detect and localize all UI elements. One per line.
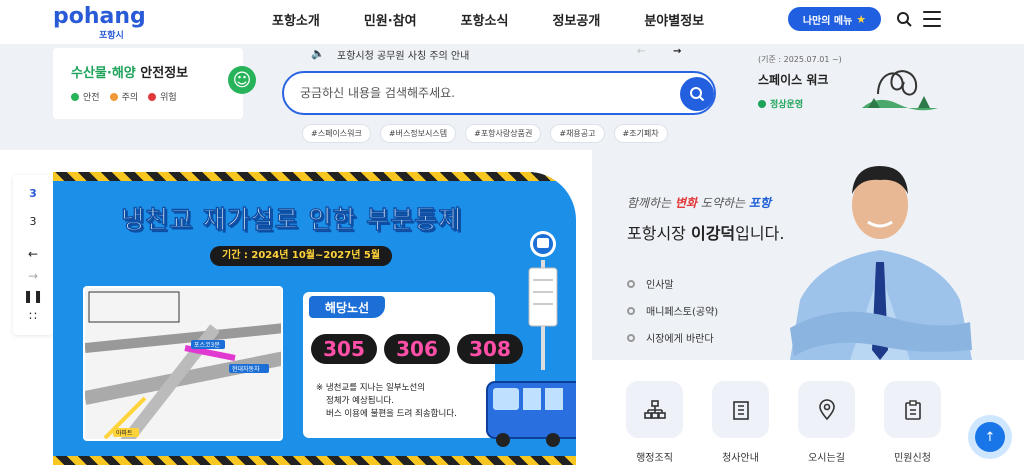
scroll-top-button[interactable]: ↑ [968,415,1012,459]
nav-item-civil[interactable]: 민원·참여 [364,10,417,29]
mayor-link-request[interactable]: 시장에게 바란다 [627,330,718,345]
quick-link-label: 행정조직 [636,453,673,464]
space-walk-illustration [862,70,938,111]
search-tag[interactable]: #조기폐차 [613,124,668,143]
mayor-link-greeting[interactable]: 인사말 [627,276,718,291]
notice-next-arrow-icon[interactable]: → [673,46,681,57]
quick-link-label: 청사안내 [722,453,759,464]
clipboard-icon [884,381,941,438]
route-badge: 305 [311,334,377,364]
bus-icon [486,381,576,447]
route-badge: 306 [384,334,450,364]
notice-text[interactable]: 포항시청 공무원 사칭 주의 안내 [337,47,469,62]
star-icon: ★ [856,12,867,26]
route-list: 305 306 308 [311,334,523,364]
quick-link-building[interactable]: 청사안내 [712,381,769,464]
notice-prev-arrow-icon[interactable]: ← [637,46,645,57]
map-pin-icon [798,381,855,438]
marine-safety-card[interactable]: 수산물·해양 안전정보 안전 주의 위험 ☺ [53,48,256,119]
my-menu-button[interactable]: 나만의 메뉴 ★ [788,7,881,31]
map-label: 아파트 [116,429,133,437]
hazard-stripe-bottom [53,456,576,465]
nav-item-news[interactable]: 포항소식 [461,10,509,29]
safety-legend: 안전 주의 위험 [71,90,177,103]
banner-title: 냉천교 재가설로 인한 부분통제 [121,205,463,235]
banner-pager: 3 3 ← → ❚❚ ∷ [13,175,53,335]
mayor-name: 포항시장 이강덕입니다. [627,224,785,243]
bus-stop-icon [528,231,558,370]
legend-danger: 위험 [148,90,177,103]
quick-links: 행정조직 청사안내 오시는길 민원신청 [626,381,941,464]
org-chart-icon [626,381,683,438]
legend-caution: 주의 [109,90,138,103]
search-tags: #스페이스워크 #버스정보시스템 #포항사랑상품권 #채용공고 #조기폐차 [302,124,668,143]
pager-current: 3 [29,187,37,200]
legend-safe: 안전 [71,90,100,103]
main-nav: 포항소개 민원·참여 포항소식 정보공개 분야별정보 [272,10,748,29]
search-submit-button[interactable] [680,77,714,111]
site-header: pohang 포항시 포항소개 민원·참여 포항소식 정보공개 분야별정보 나만… [0,0,1024,44]
search-tag[interactable]: #스페이스워크 [302,124,371,143]
nav-item-field[interactable]: 분야별정보 [644,10,704,29]
search-icon [690,87,705,102]
pager-total: 3 [29,215,37,228]
quick-link-civil[interactable]: 민원신청 [884,381,941,464]
site-logo[interactable]: pohang 포항시 [53,4,146,42]
quick-link-label: 오시는길 [808,453,845,464]
city-slogan: 함께하는 변화 도약하는 포항 [627,196,772,210]
building-icon [712,381,769,438]
search-tag[interactable]: #채용공고 [550,124,605,143]
nav-item-info[interactable]: 정보공개 [552,10,600,29]
prev-arrow-icon[interactable]: ← [13,247,53,261]
logo-subtext: 포항시 [99,31,124,41]
speaker-icon: 🔈 [311,47,325,60]
quick-link-label: 민원신청 [894,453,931,464]
quick-link-org[interactable]: 행정조직 [626,381,683,464]
hamburger-menu-icon[interactable] [923,11,941,27]
hazard-stripe-top [53,172,576,181]
main-banner[interactable]: 냉천교 재가설로 인한 부분통제 기간 : 2024년 10월~2027년 5월… [53,172,576,465]
mayor-links: 인사말 매니페스토(공약) 시장에게 바란다 [627,276,718,357]
banner-map: 포스코3문 현대자동차 아파트 [83,286,283,441]
my-menu-label: 나만의 메뉴 [802,15,853,27]
mayor-link-manifesto[interactable]: 매니페스토(공약) [627,303,718,318]
route-badge: 308 [457,334,523,364]
notice-ticker: 🔈 포항시청 공무원 사칭 주의 안내 ← → [311,46,687,62]
search-input[interactable] [300,83,670,103]
search-tag[interactable]: #버스정보시스템 [379,124,457,143]
route-label: 해당노선 [309,296,385,318]
search-icon[interactable] [896,11,912,27]
next-arrow-icon[interactable]: → [13,269,53,283]
site-search [282,71,716,115]
quick-link-directions[interactable]: 오시는길 [798,381,855,464]
logo-text: pohang [53,4,146,29]
banner-period: 기간 : 2024년 10월~2027년 5월 [210,246,393,266]
nav-item-intro[interactable]: 포항소개 [272,10,320,29]
search-tag[interactable]: #포항사랑상품권 [465,124,542,143]
grid-view-icon[interactable]: ∷ [13,309,53,323]
pause-icon[interactable]: ❚❚ [13,289,53,303]
map-label: 현대자동차 [232,365,260,373]
mayor-photo [790,166,972,360]
arrow-up-icon: ↑ [975,422,1005,452]
map-label: 포스코3문 [194,342,220,349]
safety-title: 수산물·해양 안전정보 [71,66,189,81]
smile-icon: ☺ [228,66,256,94]
